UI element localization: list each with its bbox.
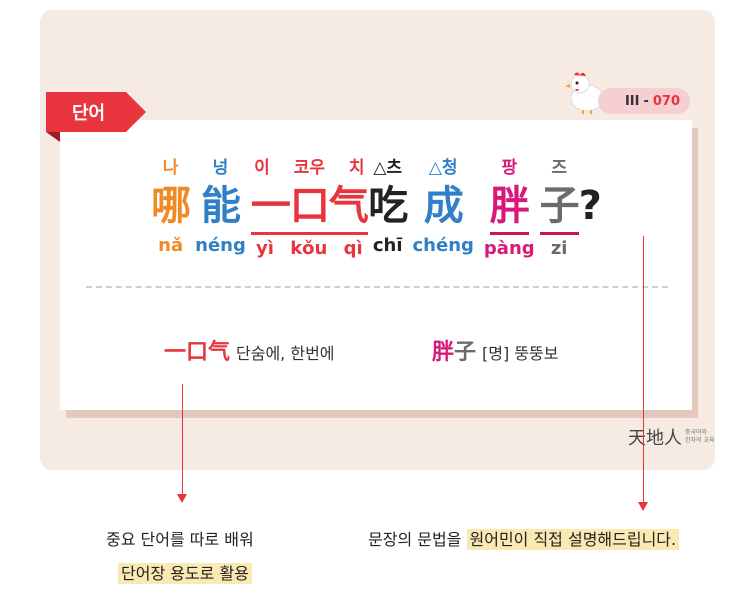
word-tag-label: 단어 [72,103,106,124]
publisher-logo: 天地人 중국어와 한자의 교육 [628,424,715,450]
dashed-divider [86,286,668,288]
logo-text: 天地人 [628,428,682,449]
sentence-punctuation: ? [578,156,602,263]
right-caption-plain: 문장의 문법을 [368,530,462,549]
vocab-word: 胖 [432,340,455,365]
pronunciation: △츠 [373,158,403,178]
sentence-word: 이 코우 치 一口气 yì kǒu qì [250,156,369,263]
logo-subtext-line: 중국어와 [685,429,708,436]
sentence-word: △청 成 chéng [408,156,479,263]
pinyin: zi [550,238,568,259]
sentence-word: 즈 子 zi [539,156,580,263]
pronunciation: 즈 [551,158,567,178]
logo-subtext: 중국어와 한자의 교육 [685,429,715,445]
right-caption: 문장의 문법을 원어민이 직접 설명해드립니다. [368,526,680,550]
pronunciation: △청 [428,158,458,178]
vocab-meaning: 단숨에, 한번에 [236,344,335,363]
sentence-word: 팡 胖 pàng [479,156,540,263]
left-caption-line2: 단어장 용도로 활용 [118,560,252,584]
vocab-meaning: [명] 뚱뚱보 [482,344,559,363]
vocab-item: 胖 子 [명] 뚱뚱보 [432,334,558,366]
right-arrow-head-icon [638,502,648,511]
pronunciation: 이 코우 치 [254,158,365,178]
pinyin: pàng [483,238,535,259]
vocab-word: 子 [454,340,477,365]
right-arrow-line [643,236,644,504]
pinyin: chéng [412,235,474,256]
sentence-word: △츠 吃 chī [368,156,408,263]
sentence-row: 나 哪 nǎ 넝 能 néng 이 코우 치 一口气 yì kǒu qì △츠 … [0,156,752,263]
hanzi: 能 [200,183,241,229]
lesson-code-sep: - [643,93,649,109]
vocab-item: 一口气 단숨에, 한번에 [164,334,335,366]
left-caption-line1: 중요 단어를 따로 배워 [106,530,254,549]
left-arrow-head-icon [177,494,187,503]
logo-subtext-line: 한자의 교육 [685,437,715,444]
hanzi: 胖 [489,180,530,235]
pinyin: yì kǒu qì [256,238,363,259]
left-caption-highlight: 단어장 용도로 활용 [118,563,252,584]
hanzi: 一口气 [250,180,369,235]
pronunciation: 넝 [212,158,229,178]
lesson-code-number: 070 [652,93,680,109]
hanzi: 子 [539,180,580,235]
right-caption-highlight: 원어민이 직접 설명해드립니다. [466,529,680,550]
lesson-code-badge: III - 070 [598,88,690,114]
pinyin [585,232,595,260]
vocab-word: 一口气 [164,340,231,365]
left-arrow-line [182,384,183,496]
hanzi: 吃 [368,183,408,229]
sentence-word: 넝 能 néng [190,156,251,263]
pinyin: néng [195,235,246,256]
question-mark: ? [578,183,602,229]
hanzi: 哪 [151,183,191,229]
pronunciation: 팡 [501,158,518,178]
word-tag: 단어 [46,92,146,132]
pinyin: nǎ [158,235,184,256]
sentence-word: 나 哪 nǎ [151,156,191,263]
lesson-code-roman: III [624,93,640,109]
hanzi: 成 [423,183,464,229]
pronunciation: 나 [162,158,179,178]
pinyin: chī [372,235,403,256]
